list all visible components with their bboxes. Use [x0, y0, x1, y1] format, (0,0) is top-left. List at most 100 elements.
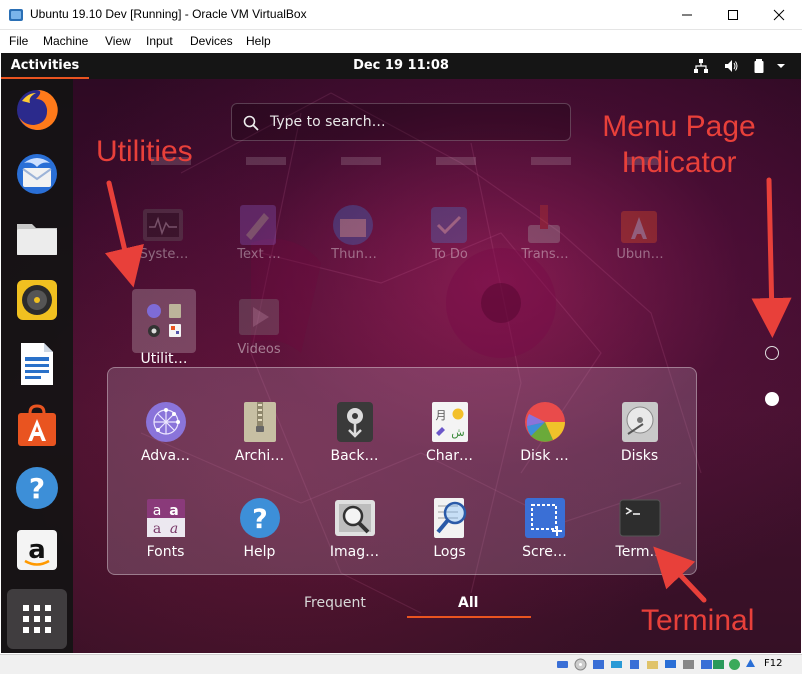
terminal-icon [619, 499, 660, 537]
utilities-folder-label: Utilit… [140, 351, 188, 367]
transmission-icon [528, 205, 560, 243]
archive-manager-icon [243, 402, 276, 442]
app-fonts[interactable]: a a a a Fonts [118, 496, 213, 560]
vt-x-icon[interactable] [712, 658, 725, 671]
amazon-icon: a [17, 530, 57, 570]
disk-usage-icon [524, 402, 565, 442]
dock-amazon[interactable]: a [12, 525, 62, 575]
minimize-icon [682, 14, 692, 16]
screenshot-icon [524, 498, 565, 538]
network-icon[interactable] [693, 58, 709, 74]
firefox-icon [17, 89, 58, 130]
menu-bar: File Machine View Input Devices Help [0, 31, 802, 53]
svg-text:ش: ش [451, 426, 464, 439]
network-adapter-icon[interactable] [610, 658, 623, 671]
disks-icon [621, 402, 658, 442]
ghost-app-label: Trans… [521, 247, 569, 262]
maximize-icon [728, 10, 738, 20]
dock-libreoffice-writer[interactable] [12, 339, 62, 389]
app-logs[interactable]: Logs [402, 496, 497, 560]
menu-machine[interactable]: Machine [43, 34, 88, 48]
svg-text:a: a [169, 521, 177, 537]
app-image-viewer[interactable]: Imag… [307, 496, 402, 560]
clock[interactable]: Dec 19 11:08 [1, 58, 801, 73]
tab-frequent[interactable]: Frequent [304, 595, 366, 611]
page-indicator-dot-active[interactable] [765, 392, 779, 406]
annotation-utilities: Utilities [96, 135, 193, 168]
dock-files[interactable] [12, 213, 62, 263]
files-icon [17, 224, 57, 255]
hard-disk-icon[interactable] [556, 658, 569, 671]
app-label: Logs [433, 544, 466, 560]
system-menu-arrow-icon[interactable] [773, 58, 789, 74]
volume-icon[interactable] [723, 58, 739, 74]
svg-text:a: a [152, 503, 161, 519]
app-label: Disks [620, 448, 659, 464]
app-screenshot[interactable]: Scre… [497, 496, 592, 560]
dock: ? a [1, 79, 73, 653]
menu-devices[interactable]: Devices [190, 34, 233, 48]
app-label: Back… [330, 448, 379, 464]
thunderbird-icon [333, 205, 373, 245]
app-label: Disk … [520, 448, 569, 464]
fonts-icon: a a a a [146, 499, 185, 537]
battery-icon[interactable] [751, 58, 767, 74]
app-backups[interactable]: Back… [307, 400, 402, 464]
optical-drive-icon[interactable] [574, 658, 587, 671]
search-input[interactable]: Type to search… [231, 103, 571, 141]
app-grid-icon [23, 605, 51, 633]
mouse-integration-icon[interactable] [744, 658, 757, 671]
rhythmbox-icon [17, 280, 57, 320]
menu-help[interactable]: Help [246, 34, 271, 48]
search-placeholder: Type to search… [270, 114, 386, 130]
shared-folders-icon[interactable] [646, 658, 659, 671]
window-title: Ubuntu 19.10 Dev [Running] - Oracle VM V… [30, 7, 307, 21]
libreoffice-writer-icon [21, 343, 53, 385]
video-capture-icon[interactable] [682, 658, 695, 671]
app-terminal[interactable]: Term… [592, 496, 687, 560]
advanced-network-icon [145, 402, 186, 442]
app-help[interactable]: ? Help [212, 496, 307, 560]
maximize-button[interactable] [710, 0, 756, 30]
menu-view[interactable]: View [105, 34, 131, 48]
svg-text:a: a [152, 521, 160, 537]
dock-help[interactable]: ? [12, 463, 62, 513]
ubuntu-software-icon [621, 211, 657, 243]
dock-ubuntu-software[interactable] [12, 401, 62, 451]
menu-input[interactable]: Input [146, 34, 173, 48]
minimize-button[interactable] [664, 0, 710, 30]
todo-icon [431, 207, 467, 243]
usb-icon[interactable] [628, 658, 641, 671]
backups-icon [336, 402, 373, 442]
app-characters[interactable]: 月 ش Char… [402, 400, 497, 464]
app-advanced-network[interactable]: Adva… [118, 400, 213, 464]
app-label: Char… [426, 448, 473, 464]
ghost-row-cutoff [141, 157, 661, 165]
annotation-menu-page-line1: Menu Page [602, 110, 756, 143]
svg-text:?: ? [29, 472, 45, 505]
dock-rhythmbox[interactable] [12, 275, 62, 325]
dock-thunderbird[interactable] [12, 149, 62, 199]
ghost-app-label: Thun… [331, 247, 377, 262]
menu-file[interactable]: File [9, 34, 28, 48]
app-disks[interactable]: Disks [592, 400, 687, 464]
app-disk-usage[interactable]: Disk … [497, 400, 592, 464]
videos-label: Videos [237, 342, 281, 357]
close-button[interactable] [756, 0, 802, 30]
display-icon[interactable] [664, 658, 677, 671]
thunderbird-icon [17, 154, 57, 194]
close-icon [773, 9, 785, 21]
guest-additions-icon[interactable] [728, 658, 741, 671]
page-indicator-dot[interactable] [765, 346, 779, 360]
utilities-folder-popup: Adva… Archi… Back… 月 ش Char… Disk … Disk… [107, 367, 697, 575]
ghost-app-label: Ubun… [616, 247, 664, 262]
app-archive-manager[interactable]: Archi… [212, 400, 307, 464]
show-applications-button[interactable] [7, 589, 67, 649]
ubuntu-software-icon [18, 404, 56, 446]
help-icon: ? [16, 467, 58, 509]
utilities-folder[interactable] [132, 289, 196, 353]
tab-all[interactable]: All [458, 595, 478, 611]
app-label: Term… [615, 544, 664, 560]
audio-icon[interactable] [592, 658, 605, 671]
dock-firefox[interactable] [12, 85, 62, 135]
